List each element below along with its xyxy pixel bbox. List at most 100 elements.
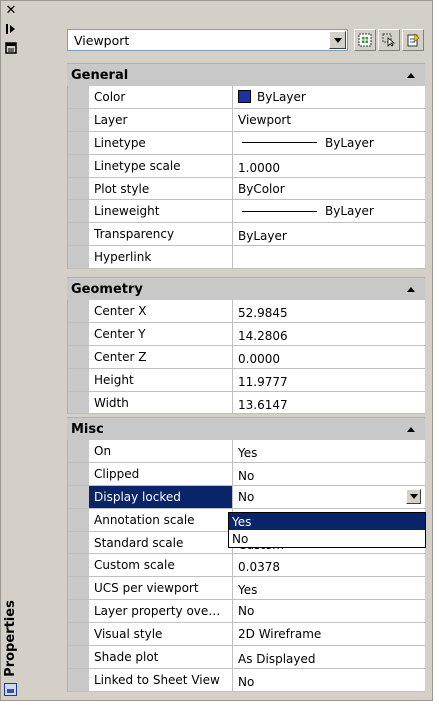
property-value: No bbox=[238, 489, 255, 504]
property-row-center-z[interactable]: Center Z 0.0000 bbox=[68, 345, 425, 369]
property-name: Transparency bbox=[89, 223, 233, 246]
property-value: No bbox=[238, 604, 255, 619]
property-name: Hyperlink bbox=[89, 246, 233, 269]
properties-panel: Viewport General Color ByLayer Layer Vie… bbox=[61, 25, 429, 697]
dropdown-arrow-icon[interactable] bbox=[406, 488, 421, 504]
property-name: Linked to Sheet View bbox=[89, 668, 233, 691]
section-geometry: Geometry Center X 52.9845 Center Y 14.28… bbox=[67, 277, 425, 415]
property-row-center-x[interactable]: Center X 52.9845 bbox=[68, 300, 425, 323]
property-value: Yes bbox=[238, 583, 258, 598]
property-value: Viewport bbox=[238, 112, 292, 127]
property-value: ByLayer bbox=[257, 89, 306, 104]
property-name: Center X bbox=[89, 300, 233, 322]
linetype-preview bbox=[242, 142, 317, 144]
property-row-ucs-per-viewport[interactable]: UCS per viewport Yes bbox=[68, 577, 425, 601]
color-swatch-icon bbox=[238, 90, 251, 104]
lineweight-preview bbox=[242, 210, 317, 212]
property-row-height[interactable]: Height 11.9777 bbox=[68, 368, 425, 392]
section-title: Misc bbox=[71, 421, 104, 437]
section-title: General bbox=[71, 67, 129, 83]
property-value bbox=[233, 246, 425, 268]
property-value: ByLayer bbox=[325, 204, 374, 219]
properties-palette: ✕ Properties Viewport General Color ByLa… bbox=[0, 0, 433, 701]
close-icon[interactable]: ✕ bbox=[4, 4, 18, 18]
property-name: Visual style bbox=[89, 623, 233, 646]
display-locked-options: Yes No bbox=[228, 512, 426, 548]
property-name: Linetype bbox=[89, 131, 233, 154]
collapse-icon[interactable] bbox=[407, 426, 415, 432]
section-title: Geometry bbox=[71, 281, 143, 297]
property-row-linetype[interactable]: Linetype ByLayer bbox=[68, 131, 425, 155]
properties-panel-icon[interactable] bbox=[4, 683, 17, 696]
property-value: ByColor bbox=[238, 181, 285, 196]
property-value: 1.0000 bbox=[238, 160, 280, 175]
palette-title: Properties bbox=[2, 600, 18, 677]
property-name: Annotation scale bbox=[89, 508, 233, 531]
property-row-hyperlink[interactable]: Hyperlink bbox=[68, 246, 425, 270]
property-name: Height bbox=[89, 368, 233, 391]
property-name: Clipped bbox=[89, 462, 233, 485]
property-name: Lineweight bbox=[89, 200, 233, 223]
property-name: On bbox=[89, 440, 233, 462]
property-value: 2D Wireframe bbox=[238, 627, 322, 642]
auto-hide-icon[interactable] bbox=[4, 22, 18, 36]
property-value: ByLayer bbox=[238, 229, 287, 244]
dropdown-option-no[interactable]: No bbox=[229, 530, 425, 547]
property-value: 52.9845 bbox=[238, 305, 288, 320]
property-value: No bbox=[238, 468, 255, 483]
property-row-visual-style[interactable]: Visual style 2D Wireframe bbox=[68, 623, 425, 647]
property-value: 13.6147 bbox=[238, 397, 288, 412]
property-row-linked-to-sheet-view[interactable]: Linked to Sheet View No bbox=[68, 668, 425, 692]
property-row-display-locked[interactable]: Display locked No bbox=[68, 485, 425, 509]
property-value: 0.0000 bbox=[238, 351, 280, 366]
property-name: Layer property ove… bbox=[89, 600, 233, 623]
property-grid-misc: On Yes Clipped No Display locked No Anno… bbox=[67, 440, 425, 692]
section-header-general[interactable]: General bbox=[67, 63, 425, 86]
property-name: Display locked bbox=[89, 485, 233, 508]
property-name: Custom scale bbox=[89, 554, 233, 577]
property-name: Layer bbox=[89, 108, 233, 131]
property-name: Center Y bbox=[89, 322, 233, 345]
pickadd-icon[interactable] bbox=[354, 29, 376, 51]
property-name: UCS per viewport bbox=[89, 577, 233, 600]
property-value: As Displayed bbox=[238, 651, 316, 666]
property-name: Width bbox=[89, 391, 233, 414]
palette-sidebar: ✕ Properties bbox=[1, 1, 20, 700]
property-value: 14.2806 bbox=[238, 328, 288, 343]
property-name: Color bbox=[89, 86, 233, 108]
property-value: ByLayer bbox=[325, 135, 374, 150]
property-name: Plot style bbox=[89, 177, 233, 200]
property-name: Center Z bbox=[89, 345, 233, 368]
property-row-clipped[interactable]: Clipped No bbox=[68, 462, 425, 486]
property-row-shade-plot[interactable]: Shade plot As Displayed bbox=[68, 646, 425, 669]
collapse-icon[interactable] bbox=[407, 286, 415, 292]
property-row-linetype-scale[interactable]: Linetype scale 1.0000 bbox=[68, 154, 425, 178]
property-row-center-y[interactable]: Center Y 14.2806 bbox=[68, 322, 425, 346]
property-name: Linetype scale bbox=[89, 154, 233, 177]
property-row-lineweight[interactable]: Lineweight ByLayer bbox=[68, 200, 425, 224]
section-header-geometry[interactable]: Geometry bbox=[67, 277, 425, 300]
property-grid-general: Color ByLayer Layer Viewport Linetype By… bbox=[67, 86, 425, 270]
property-row-width[interactable]: Width 13.6147 bbox=[68, 391, 425, 415]
property-row-layer[interactable]: Layer Viewport bbox=[68, 108, 425, 132]
properties-menu-icon[interactable] bbox=[4, 41, 18, 55]
property-name: Shade plot bbox=[89, 646, 233, 668]
property-row-plot-style[interactable]: Plot style ByColor bbox=[68, 177, 425, 201]
select-objects-icon[interactable] bbox=[378, 29, 400, 51]
property-value: 0.0378 bbox=[238, 560, 280, 575]
object-type-selector[interactable]: Viewport bbox=[67, 29, 348, 51]
property-value: No bbox=[238, 674, 255, 689]
property-row-color[interactable]: Color ByLayer bbox=[68, 86, 425, 109]
dropdown-option-yes[interactable]: Yes bbox=[229, 513, 425, 530]
section-general: General Color ByLayer Layer Viewport Lin… bbox=[67, 63, 425, 270]
property-row-on[interactable]: On Yes bbox=[68, 440, 425, 463]
property-row-transparency[interactable]: Transparency ByLayer bbox=[68, 223, 425, 247]
section-header-misc[interactable]: Misc bbox=[67, 417, 425, 440]
quick-select-icon[interactable] bbox=[402, 29, 424, 51]
collapse-icon[interactable] bbox=[407, 72, 415, 78]
chevron-down-icon[interactable] bbox=[329, 31, 346, 49]
property-row-custom-scale[interactable]: Custom scale 0.0378 bbox=[68, 554, 425, 578]
property-value: 11.9777 bbox=[238, 374, 288, 389]
property-name: Standard scale bbox=[89, 531, 233, 554]
property-row-layer-property-overrides[interactable]: Layer property ove… No bbox=[68, 600, 425, 624]
